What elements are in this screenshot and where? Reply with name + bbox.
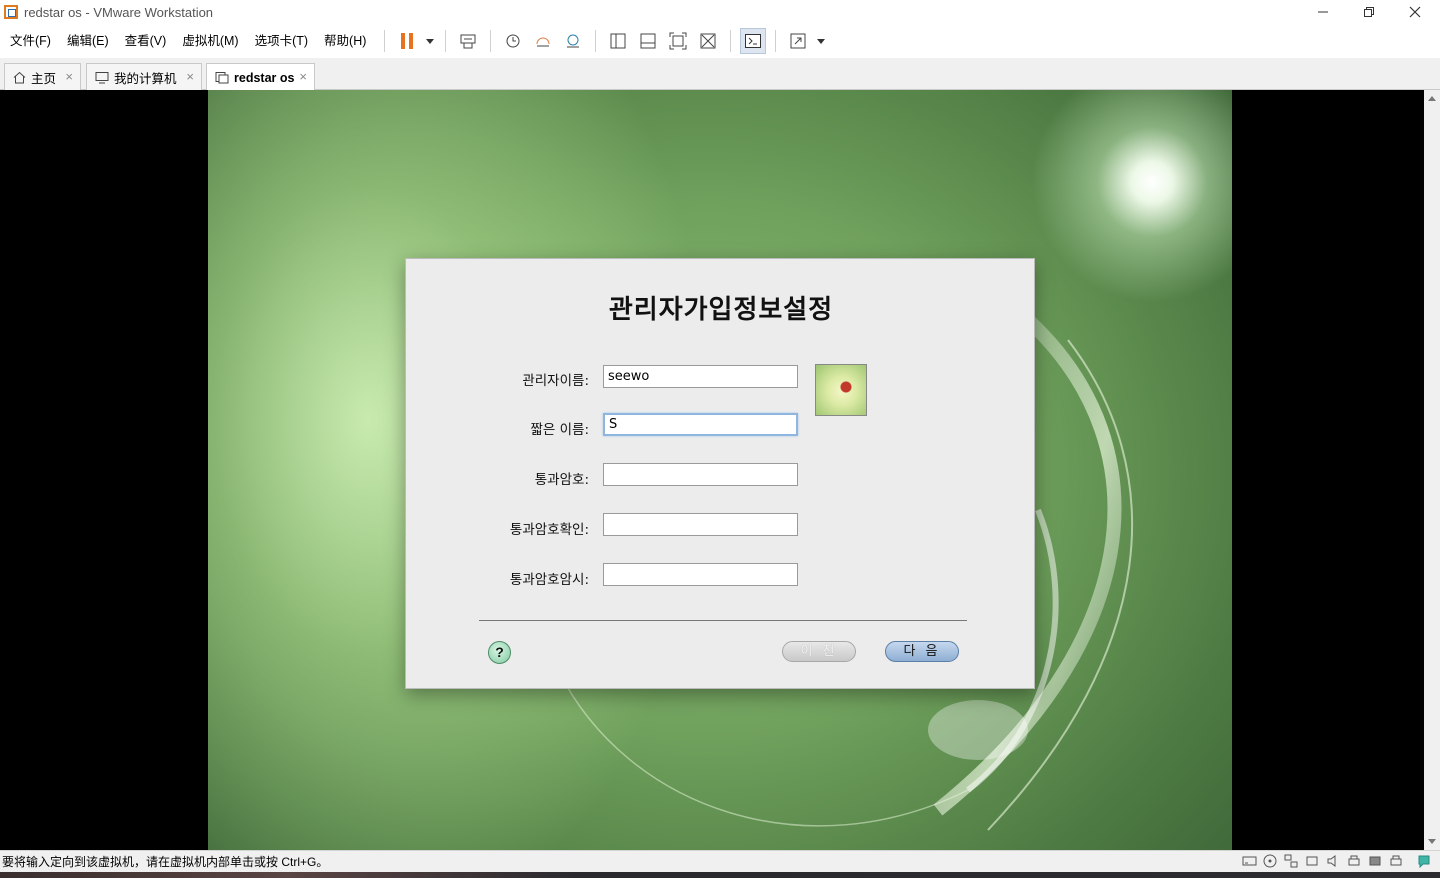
- vertical-scrollbar[interactable]: [1424, 90, 1440, 850]
- toolbar-separator: [775, 30, 777, 52]
- unity-icon: [700, 33, 716, 49]
- minimize-button[interactable]: [1300, 0, 1346, 24]
- console-view-icon: [745, 34, 762, 48]
- snapshot-take-button[interactable]: [500, 28, 526, 54]
- password-field[interactable]: [603, 463, 798, 486]
- tab-label: 我的计算机: [114, 71, 177, 86]
- home-icon: [13, 71, 26, 84]
- admin-setup-dialog: 관리자가입정보설정 관리자이름: 짧은 이름: 통과암호: 통과암호확인: 통과…: [405, 258, 1035, 689]
- snapshot-revert-icon: [536, 37, 550, 47]
- password-label: 통과암호:: [534, 472, 589, 488]
- user-avatar[interactable]: [815, 364, 867, 416]
- guest-desktop[interactable]: 관리자가입정보설정 관리자이름: 짧은 이름: 통과암호: 통과암호확인: 통과…: [208, 90, 1232, 850]
- pause-dropdown-caret[interactable]: [426, 38, 435, 44]
- tab-close-icon[interactable]: ×: [65, 69, 73, 84]
- toolbar-separator: [730, 30, 732, 52]
- send-ctrl-alt-del-icon: [460, 34, 476, 49]
- dialog-title: 관리자가입정보설정: [608, 295, 834, 325]
- pause-icon: [401, 33, 414, 49]
- window-title: redstar os - VMware Workstation: [24, 4, 214, 20]
- tab-close-icon[interactable]: ×: [186, 69, 194, 84]
- message-icon[interactable]: [1416, 853, 1432, 869]
- toolbar-separator: [595, 30, 597, 52]
- password-confirm-field[interactable]: [603, 513, 798, 536]
- tab-home[interactable]: 主页 ×: [4, 63, 81, 90]
- host-taskbar-edge: [0, 872, 1440, 878]
- tab-label: redstar os: [234, 70, 295, 85]
- menu-file[interactable]: 文件(F): [4, 30, 57, 52]
- menu-help[interactable]: 帮助(H): [318, 30, 372, 52]
- vmware-logo-icon: [4, 5, 18, 19]
- unity-button[interactable]: [695, 28, 721, 54]
- tab-bar: 主页 × 我的计算机 × redstar os ×: [0, 58, 1440, 91]
- show-thumbnail-icon: [640, 33, 656, 49]
- help-button[interactable]: ?: [488, 641, 511, 664]
- close-icon: [1409, 6, 1421, 18]
- show-library-icon: [610, 33, 626, 49]
- snapshot-manager-button[interactable]: [560, 28, 586, 54]
- stretch-icon: [790, 33, 806, 49]
- printer-icon[interactable]: [1388, 853, 1404, 869]
- stretch-button[interactable]: [785, 28, 811, 54]
- previous-button[interactable]: 이 전: [782, 641, 856, 662]
- menu-edit[interactable]: 编辑(E): [61, 30, 115, 52]
- device-icons: [1236, 853, 1432, 869]
- computer-icon: [95, 71, 109, 84]
- console-view-button[interactable]: [740, 28, 767, 54]
- vm-console[interactable]: 관리자가입정보설정 관리자이름: 짧은 이름: 통과암호: 통과암호확인: 통과…: [0, 90, 1424, 850]
- scroll-up-icon[interactable]: [1428, 96, 1436, 101]
- admin-name-field[interactable]: [603, 365, 798, 388]
- tab-my-computer[interactable]: 我的计算机 ×: [86, 63, 202, 90]
- password-hint-label: 통과암호암시:: [509, 572, 589, 588]
- snapshot-revert-button[interactable]: [530, 28, 556, 54]
- short-name-field[interactable]: [603, 413, 798, 436]
- show-library-button[interactable]: [605, 28, 631, 54]
- menu-tabs[interactable]: 选项卡(T): [249, 30, 314, 52]
- menu-view[interactable]: 查看(V): [119, 30, 173, 52]
- restore-icon: [1364, 7, 1374, 17]
- admin-name-label: 관리자이름:: [522, 373, 589, 389]
- password-confirm-label: 통과암호확인:: [509, 522, 589, 538]
- menu-vm[interactable]: 虚拟机(M): [176, 30, 244, 52]
- sound-icon[interactable]: [1325, 853, 1341, 869]
- toolbar-separator: [384, 30, 386, 52]
- network-icon[interactable]: [1283, 853, 1299, 869]
- tab-label: 主页: [31, 71, 57, 86]
- show-thumbnail-button[interactable]: [635, 28, 661, 54]
- fullscreen-icon: [669, 32, 687, 50]
- hard-disk-icon[interactable]: [1241, 853, 1257, 869]
- fullscreen-button[interactable]: [665, 28, 691, 54]
- tab-redstar-os[interactable]: redstar os ×: [206, 63, 315, 91]
- stretch-dropdown-caret[interactable]: [817, 38, 826, 44]
- toolbar-separator: [445, 30, 447, 52]
- short-name-label: 짧은 이름:: [530, 422, 589, 438]
- window-titlebar: redstar os - VMware Workstation: [0, 0, 1440, 24]
- minimize-icon: [1318, 11, 1328, 13]
- restore-button[interactable]: [1346, 0, 1392, 24]
- next-button[interactable]: 다 음: [885, 641, 959, 662]
- snapshot-manager-icon: [567, 34, 580, 48]
- dialog-divider: [479, 620, 967, 621]
- usb-icon[interactable]: [1304, 853, 1320, 869]
- snapshot-take-icon: [506, 34, 520, 48]
- cd-dvd-icon[interactable]: [1262, 853, 1278, 869]
- toolbar-separator: [490, 30, 492, 52]
- close-button[interactable]: [1392, 0, 1438, 24]
- pause-button[interactable]: [394, 28, 420, 54]
- vm-icon: [215, 71, 229, 84]
- send-ctrl-alt-del-button[interactable]: [455, 28, 481, 54]
- status-message: 要将输入定向到该虚拟机，请在虚拟机内部单击或按 Ctrl+G。: [2, 855, 329, 869]
- password-hint-field[interactable]: [603, 563, 798, 586]
- display-icon[interactable]: [1367, 853, 1383, 869]
- scroll-down-icon[interactable]: [1428, 839, 1436, 844]
- menu-toolbar: 文件(F) 编辑(E) 查看(V) 虚拟机(M) 选项卡(T) 帮助(H): [0, 24, 1440, 58]
- status-bar: 要将输入定向到该虚拟机，请在虚拟机内部单击或按 Ctrl+G。: [0, 850, 1440, 872]
- printer-icon[interactable]: [1346, 853, 1362, 869]
- tab-close-icon[interactable]: ×: [299, 69, 307, 84]
